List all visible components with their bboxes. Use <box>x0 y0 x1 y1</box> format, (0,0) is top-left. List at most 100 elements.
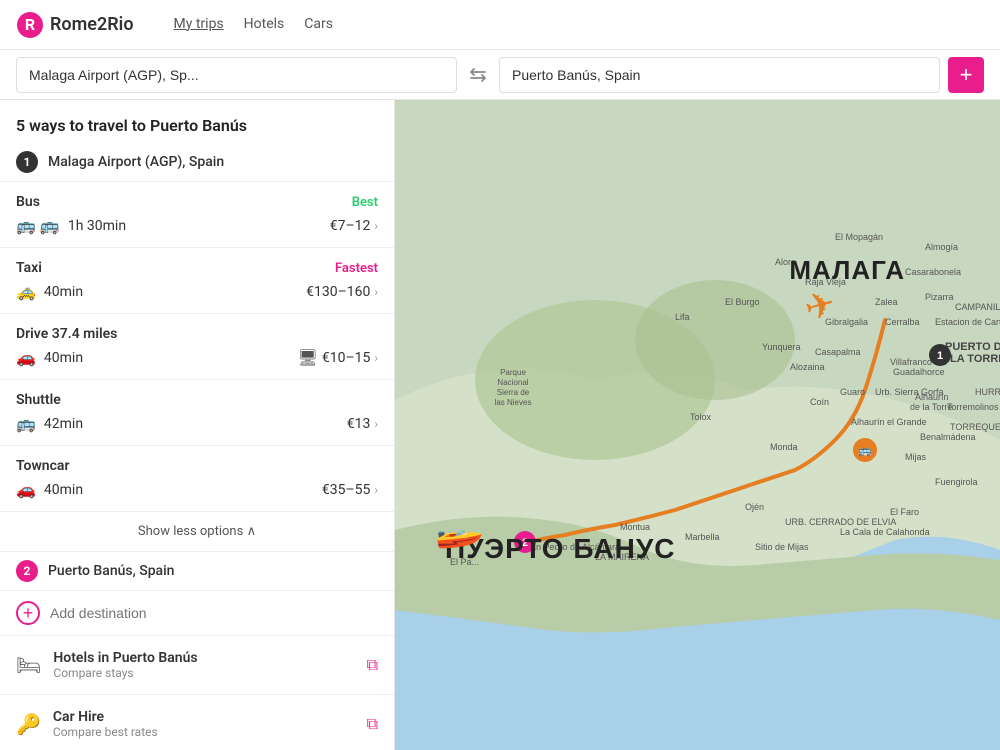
car-hire-title: Car Hire <box>53 709 158 725</box>
svg-text:Montua: Montua <box>620 522 650 532</box>
svg-text:El Mopagán: El Mopagán <box>835 232 883 242</box>
shuttle-icons: 🚌 <box>16 414 36 433</box>
svg-text:Ojén: Ojén <box>745 502 764 512</box>
hotel-icon: 🛏 <box>16 653 41 677</box>
shuttle-icon: 🚌 <box>16 414 36 433</box>
svg-text:las Nieves: las Nieves <box>495 398 532 407</box>
svg-text:Nacional: Nacional <box>497 378 528 387</box>
map-label-malaga: МАЛАГА <box>789 255 905 286</box>
svg-text:Guaro: Guaro <box>840 387 865 397</box>
logo-icon: R <box>16 11 44 39</box>
show-less-button[interactable]: Show less options ∧ <box>0 511 394 551</box>
svg-text:TORREQUEBRAADA: TORREQUEBRAADA <box>950 422 1000 432</box>
shuttle-price: €13 › <box>347 416 378 432</box>
nav-my-trips[interactable]: My trips <box>174 16 224 34</box>
transport-name-taxi: Taxi <box>16 260 42 276</box>
svg-text:Monda: Monda <box>770 442 798 452</box>
svg-text:Parque: Parque <box>500 368 526 377</box>
panel-title: 5 ways to travel to Puerto Banús <box>0 100 394 143</box>
svg-text:Casapalma: Casapalma <box>815 347 861 357</box>
svg-text:Cerralba: Cerralba <box>885 317 920 327</box>
hotels-title: Hotels in Puerto Banús <box>53 650 197 666</box>
svg-text:Sitio de Mijas: Sitio de Mijas <box>755 542 809 552</box>
stop-number-1: 1 <box>16 151 38 173</box>
add-destination-button[interactable]: + <box>16 601 40 625</box>
chevron-up-icon: ∧ <box>247 524 257 539</box>
transport-name-shuttle: Shuttle <box>16 392 61 408</box>
bus-chevron: › <box>374 219 378 233</box>
svg-text:HURRIANA: HURRIANA <box>975 387 1000 397</box>
svg-text:Torremolinos: Torremolinos <box>947 402 999 412</box>
drive-icons: 🚗 <box>16 348 36 367</box>
svg-text:CAMPANILLAS: CAMPANILLAS <box>955 302 1000 312</box>
shuttle-duration: 42min <box>44 416 83 432</box>
svg-text:Benalmádena: Benalmádena <box>920 432 976 442</box>
transport-name-towncar: Towncar <box>16 458 69 474</box>
transport-taxi[interactable]: Taxi Fastest 🚕 40min €130–160 › <box>0 247 394 313</box>
hotels-option[interactable]: 🛏 Hotels in Puerto Banús Compare stays ⧉ <box>0 635 394 694</box>
main-nav: My trips Hotels Cars <box>174 16 333 34</box>
bus-duration: 1h 30min <box>68 218 126 234</box>
logo[interactable]: R Rome2Rio <box>16 11 134 39</box>
svg-text:Mijas: Mijas <box>905 452 927 462</box>
nav-cars[interactable]: Cars <box>304 16 333 34</box>
svg-text:R: R <box>25 15 35 34</box>
add-button[interactable]: + <box>948 57 984 93</box>
svg-text:PUERTO DE: PUERTO DE <box>945 341 1000 353</box>
svg-text:🚌: 🚌 <box>858 445 872 457</box>
stop-label-1: Malaga Airport (AGP), Spain <box>48 154 224 170</box>
svg-text:Guadalhorce: Guadalhorce <box>893 367 945 377</box>
swap-icon <box>469 66 487 84</box>
car-hire-sub: Compare best rates <box>53 725 158 739</box>
left-panel: 5 ways to travel to Puerto Banús 1 Malag… <box>0 100 395 750</box>
to-input[interactable] <box>499 57 940 93</box>
transport-drive[interactable]: Drive 37.4 miles 🚗 40min 🖥 €10–15 › <box>0 313 394 379</box>
taxi-chevron: › <box>374 285 378 299</box>
car-hire-option[interactable]: 🔑 Car Hire Compare best rates ⧉ <box>0 694 394 750</box>
transport-towncar[interactable]: Towncar 🚗 40min €35–55 › <box>0 445 394 511</box>
nav-hotels[interactable]: Hotels <box>244 16 285 34</box>
bus-icons: 🚌 🚌 <box>16 216 60 235</box>
transport-bus[interactable]: Bus Best 🚌 🚌 1h 30min €7–12 › <box>0 181 394 247</box>
transport-name-drive: Drive 37.4 miles <box>16 326 117 342</box>
route-stop-1: 1 Malaga Airport (AGP), Spain <box>0 143 394 181</box>
add-destination-row: + <box>0 590 394 635</box>
header: R Rome2Rio My trips Hotels Cars <box>0 0 1000 50</box>
main-layout: 5 ways to travel to Puerto Banús 1 Malag… <box>0 100 1000 750</box>
taxi-price: €130–160 › <box>306 284 378 300</box>
search-bar: + <box>0 50 1000 100</box>
svg-text:Zalea: Zalea <box>875 297 898 307</box>
drive-price: 🖥 €10–15 › <box>298 348 378 367</box>
swap-button[interactable] <box>465 62 491 88</box>
svg-text:Marbella: Marbella <box>685 532 720 542</box>
taxi-icons: 🚕 <box>16 282 36 301</box>
drive-chevron: › <box>374 351 378 365</box>
towncar-price: €35–55 › <box>322 482 378 498</box>
svg-text:Estacion de Cartama: Estacion de Cartama <box>935 317 1000 327</box>
boat-icon: 🚤 <box>435 503 485 550</box>
bus-price: €7–12 › <box>330 218 378 234</box>
svg-text:Tolox: Tolox <box>690 412 712 422</box>
hotels-external-icon: ⧉ <box>367 655 378 675</box>
svg-text:1: 1 <box>937 350 943 362</box>
towncar-icon: 🚗 <box>16 480 36 499</box>
svg-text:Coín: Coín <box>810 397 829 407</box>
badge-best: Best <box>352 195 378 210</box>
add-destination-input[interactable] <box>50 601 378 625</box>
svg-text:URB. CERRADO DE ELVIA: URB. CERRADO DE ELVIA <box>785 517 896 527</box>
svg-text:La Cala de Calahonda: La Cala de Calahonda <box>840 527 930 537</box>
logo-text: Rome2Rio <box>50 14 134 35</box>
taxi-duration: 40min <box>44 284 83 300</box>
svg-text:LA TORRE: LA TORRE <box>950 353 1000 365</box>
stop-number-2: 2 <box>16 560 38 582</box>
svg-text:Lifa: Lifa <box>675 312 690 322</box>
svg-text:Alozaina: Alozaina <box>790 362 825 372</box>
transport-shuttle[interactable]: Shuttle 🚌 42min €13 › <box>0 379 394 445</box>
from-input[interactable] <box>16 57 457 93</box>
svg-text:Yunquera: Yunquera <box>762 342 801 352</box>
hotels-sub: Compare stays <box>53 666 197 680</box>
car-icon: 🚗 <box>16 348 36 367</box>
map-svg: Alora El Mopagán Almogía Raja Vieja Casa… <box>395 100 1000 750</box>
svg-text:Alhaurín: Alhaurín <box>915 392 949 402</box>
svg-text:Sierra de: Sierra de <box>497 388 530 397</box>
